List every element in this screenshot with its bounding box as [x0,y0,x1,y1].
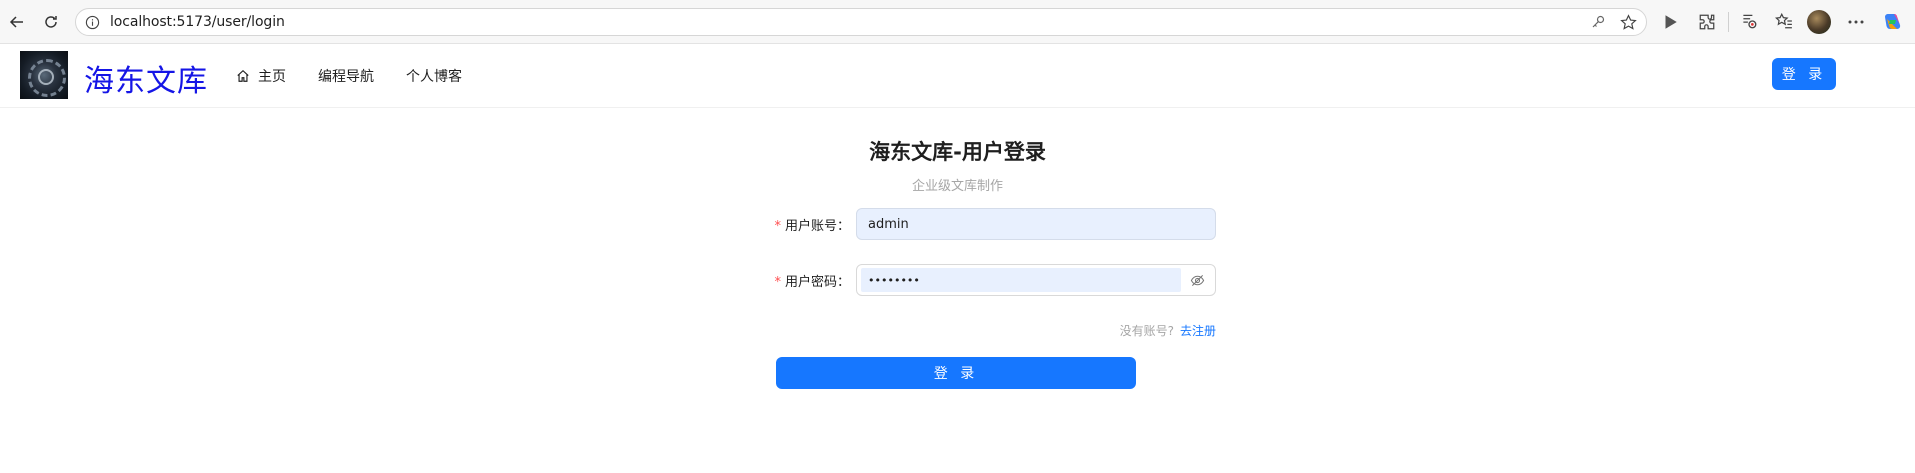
nav-item-home[interactable]: 主页 [236,44,286,108]
address-bar[interactable]: localhost:5173/user/login [75,8,1647,36]
back-arrow-icon [9,16,23,28]
account-input[interactable] [868,209,1198,239]
favorite-star-icon[interactable] [1620,14,1637,31]
home-icon [237,69,249,82]
url-text[interactable]: localhost:5173/user/login [110,14,285,30]
login-submit-button[interactable]: 登 录 [776,357,1136,389]
main-nav: 主页 编程导航 个人博客 [236,44,494,108]
password-field[interactable] [856,264,1216,296]
password-label-text: 用户密码 [784,275,837,290]
password-label: * 用户密码： [774,275,850,290]
browser-toolbar: localhost:5173/user/login [0,0,1915,44]
account-field[interactable] [856,208,1216,240]
eye-invisible-icon[interactable] [1190,273,1205,288]
play-icon[interactable] [1661,13,1679,31]
key-icon[interactable] [1590,14,1606,30]
favorites-icon[interactable] [1775,12,1793,30]
nav-label: 编程导航 [318,69,374,85]
register-link[interactable]: 去注册 [1180,324,1216,338]
reload-button[interactable] [38,9,64,35]
media-control-icon[interactable] [1740,12,1758,30]
toolbar-divider [1728,12,1729,32]
site-title[interactable]: 海东文库 [84,56,208,100]
profile-avatar[interactable] [1807,10,1831,34]
reload-icon [45,16,57,28]
password-input[interactable] [868,265,1168,295]
login-title: 海东文库-用户登录 [869,140,1046,164]
register-row: 没有账号? 去注册 [1000,322,1216,339]
copilot-icon[interactable] [1881,11,1903,33]
nav-label: 主页 [258,69,286,85]
nav-label: 个人博客 [406,69,462,85]
required-mark: * [774,219,781,234]
site-logo[interactable] [20,51,68,99]
nav-item-personal-blog[interactable]: 个人博客 [406,44,462,108]
account-label: * 用户账号： [774,219,850,234]
back-button[interactable] [4,9,30,35]
app-header: 海东文库 主页 编程导航 个人博客 登 录 [0,44,1915,108]
login-subtitle: 企业级文库制作 [911,179,1003,194]
required-mark: * [774,275,781,290]
header-login-button[interactable]: 登 录 [1772,58,1836,90]
register-hint: 没有账号? [1119,324,1174,338]
site-info-icon[interactable] [85,15,100,30]
nav-item-programming-nav[interactable]: 编程导航 [318,44,374,108]
extensions-icon[interactable] [1698,13,1716,31]
more-menu-icon[interactable] [1847,14,1865,30]
account-label-text: 用户账号 [784,219,837,234]
